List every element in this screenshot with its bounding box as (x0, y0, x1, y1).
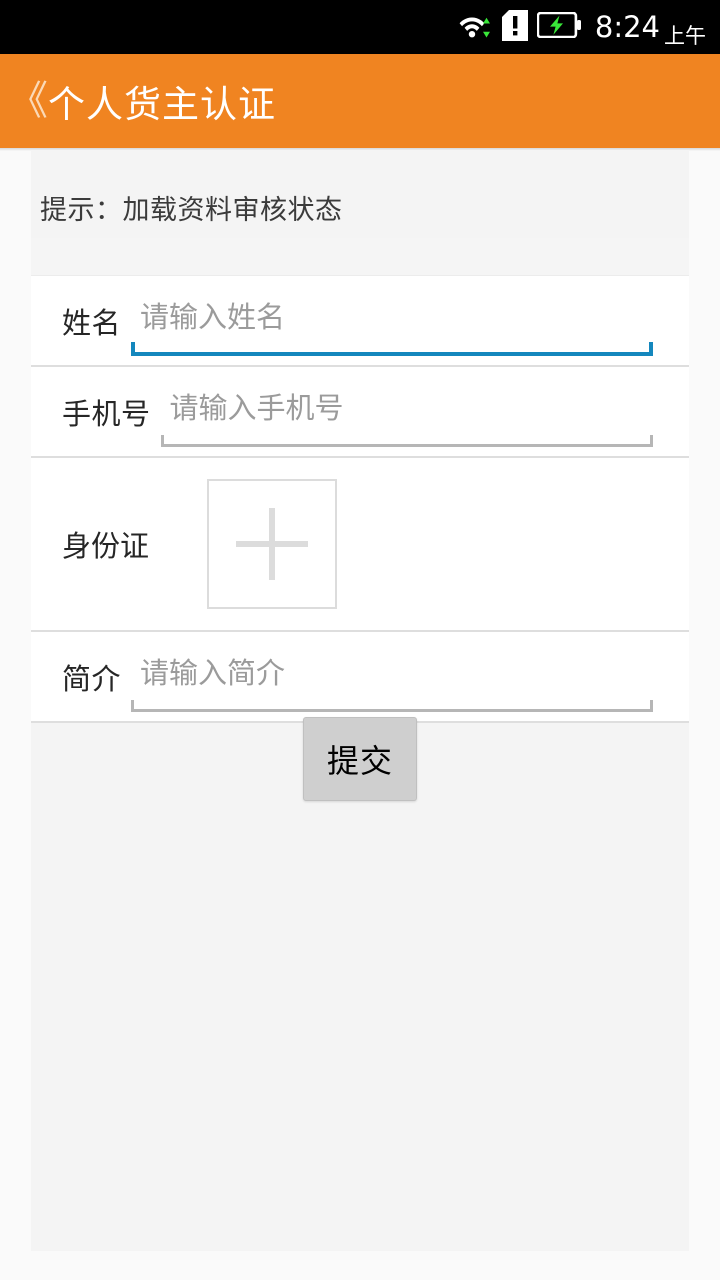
intro-input-underline (131, 699, 653, 712)
app-bar: 《 个人货主认证 (0, 54, 720, 148)
form-card: 姓名 手机号 (31, 238, 689, 723)
phone-screen: 8:24 上午 《 个人货主认证 提示：加载资料审核状态 姓名 请输入姓名 手机… (0, 0, 720, 1280)
underline-tick-right (649, 341, 653, 356)
underline-tick-left (131, 699, 135, 712)
wifi-icon (459, 11, 493, 43)
intro-input[interactable] (131, 655, 653, 698)
status-bar: 8:24 上午 (0, 0, 720, 54)
battery-charging-icon (536, 11, 581, 42)
name-input-underline (131, 341, 653, 356)
underline-tick-left (131, 341, 136, 356)
status-time: 8:24 (594, 10, 660, 44)
phone-input[interactable] (160, 390, 653, 433)
phone-input-underline (160, 434, 653, 447)
form-row-name[interactable]: 姓名 (31, 276, 689, 365)
underline-tick-right (650, 699, 653, 712)
phone-input-wrap (160, 381, 653, 447)
form-row-intro[interactable]: 简介 (31, 632, 689, 721)
status-bar-icons (459, 9, 581, 45)
status-am-pm: 上午 (664, 24, 706, 48)
underline-bar (131, 351, 653, 356)
name-input-wrap (131, 290, 653, 356)
label-phone: 手机号 (62, 396, 151, 431)
underline-tick-right (650, 434, 653, 447)
underline-bar (160, 443, 653, 447)
plus-icon-vertical (269, 508, 275, 580)
submit-button[interactable]: 提交 (303, 717, 417, 801)
underline-tick-left (160, 434, 164, 447)
submit-area: 提交 (31, 717, 689, 801)
sim-warning-icon (501, 9, 528, 45)
card-top-strip (31, 238, 689, 276)
label-name: 姓名 (62, 305, 122, 340)
hint-text: 提示：加载资料审核状态 (40, 195, 343, 226)
underline-bar (131, 708, 653, 712)
form-row-phone[interactable]: 手机号 (31, 367, 689, 456)
name-input[interactable] (131, 299, 653, 342)
form-row-id-card: 身份证 (31, 458, 689, 630)
label-intro: 简介 (62, 661, 122, 696)
page-title: 个人货主认证 (48, 83, 276, 126)
back-button-icon[interactable]: 《 (8, 81, 48, 121)
content-area: 提示：加载资料审核状态 姓名 手机号 (31, 151, 689, 1251)
label-id-card: 身份证 (62, 529, 150, 563)
intro-input-wrap (131, 646, 653, 712)
id-card-upload-button[interactable] (207, 479, 337, 609)
